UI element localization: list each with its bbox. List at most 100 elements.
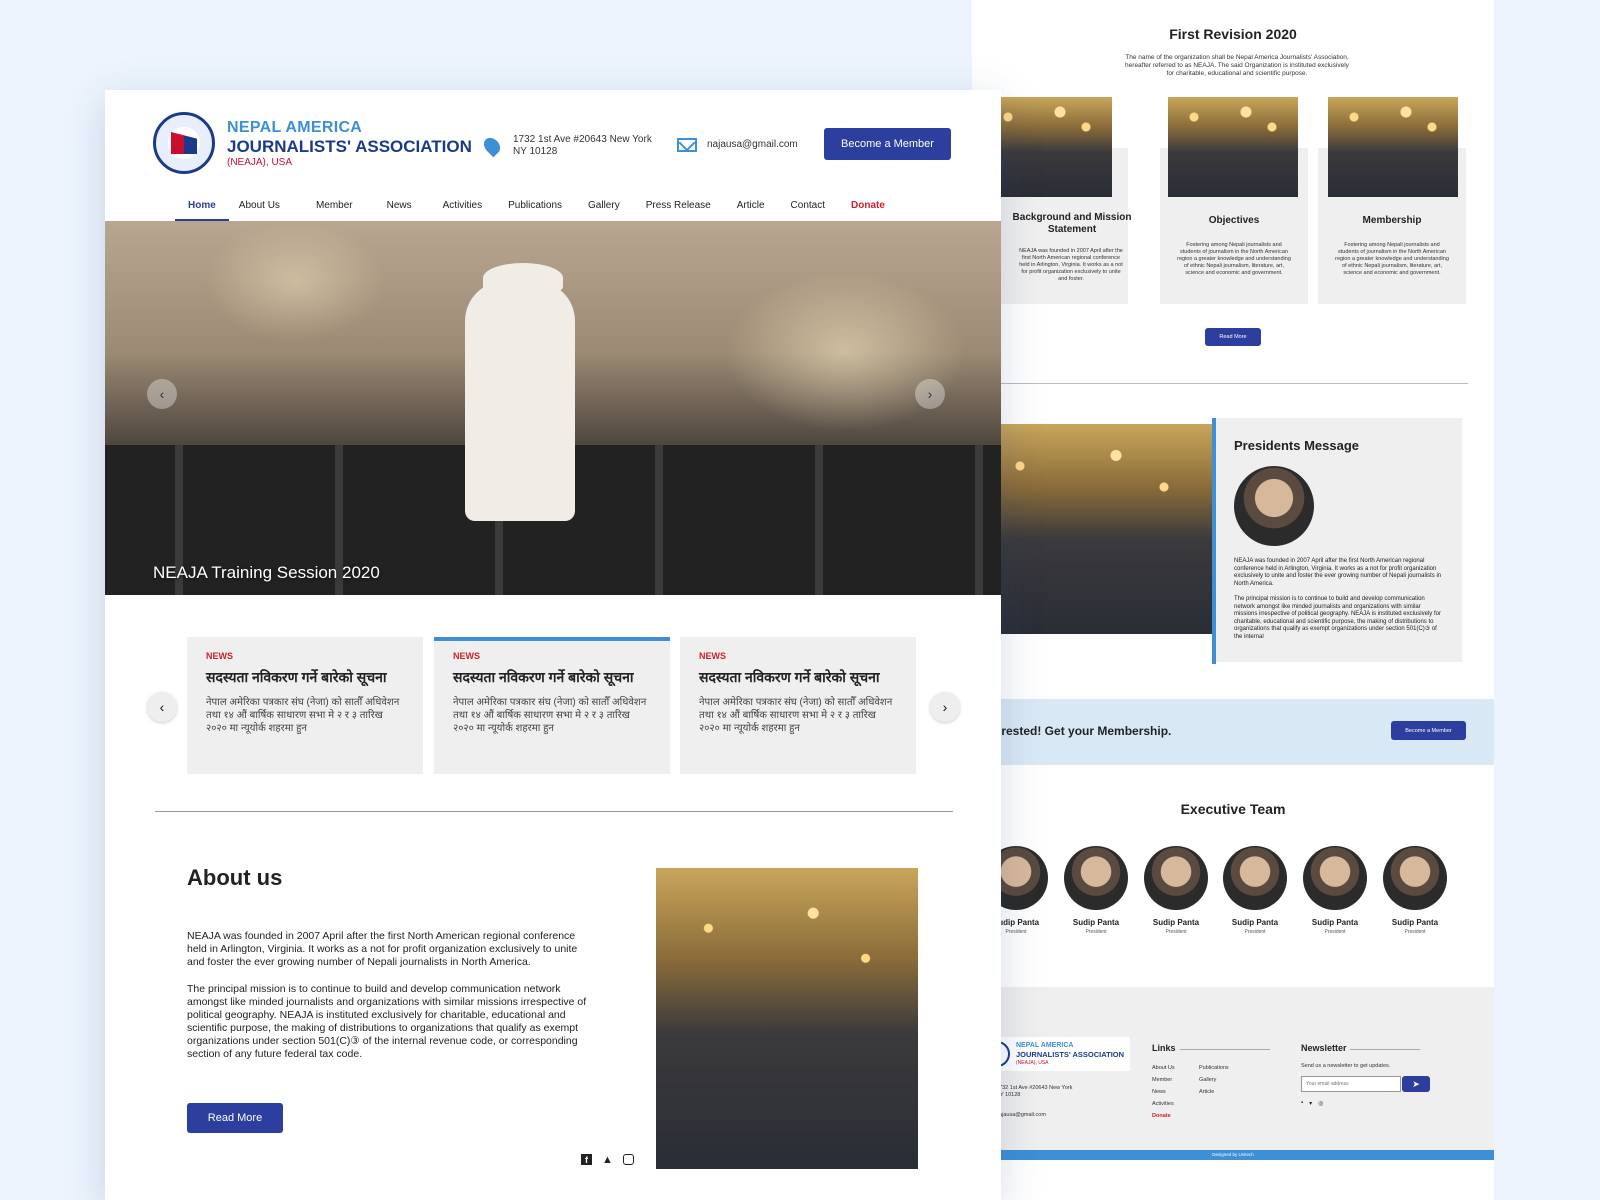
header-address: 1732 1st Ave #20643 New York NY 10128 xyxy=(480,134,652,158)
send-icon: ➤ xyxy=(1412,1078,1420,1089)
footer-link[interactable]: Gallery xyxy=(1199,1074,1229,1086)
team-member[interactable]: Sudip Panta President xyxy=(1375,846,1455,935)
newsletter-email-input[interactable] xyxy=(1301,1076,1401,1092)
footer-address-line2: NY 10128 xyxy=(996,1092,1021,1098)
news-title: सदस्यता नविकरण गर्ने बारेको सूचना xyxy=(453,669,634,685)
nav-news[interactable]: News xyxy=(377,199,430,221)
nav-gallery[interactable]: Gallery xyxy=(575,199,633,221)
member-avatar xyxy=(1303,846,1367,910)
links-heading-rule xyxy=(1180,1049,1270,1050)
feature-text: Fostering among Nepali journalists and s… xyxy=(1335,242,1449,276)
footer-link[interactable]: Article xyxy=(1199,1086,1229,1098)
chevron-left-icon: ‹ xyxy=(159,386,165,402)
divider xyxy=(155,811,953,812)
hero-slider: NEAJA Training Session 2020 ‹ › xyxy=(105,221,1001,595)
member-role: President xyxy=(1165,929,1187,935)
member-name: Sudip Panta xyxy=(1311,918,1359,927)
team-member[interactable]: Sudip Panta President xyxy=(1056,846,1136,935)
news-body: नेपाल अमेरिका पत्रकार संघ (नेजा) को सातौ… xyxy=(206,697,400,734)
site-logo[interactable]: NEPAL AMERICA JOURNALISTS' ASSOCIATION (… xyxy=(153,112,472,174)
instagram-icon[interactable]: ◎ xyxy=(1318,1100,1323,1107)
footer: NEPAL AMERICA JOURNALISTS' ASSOCIATION (… xyxy=(972,987,1494,1157)
facebook-icon[interactable]: ▪ xyxy=(1301,1100,1303,1107)
team-member[interactable]: Sudip Panta President xyxy=(1295,846,1375,935)
footer-logo-line1: NEPAL AMERICA xyxy=(1016,1041,1074,1049)
logo-text: NEPAL AMERICA JOURNALISTS' ASSOCIATION (… xyxy=(227,119,472,168)
divider xyxy=(972,383,1468,384)
nav-publications[interactable]: Publications xyxy=(495,199,575,221)
footer-logo[interactable]: NEPAL AMERICA JOURNALISTS' ASSOCIATION (… xyxy=(980,1037,1130,1071)
nav-article[interactable]: Article xyxy=(724,199,778,221)
become-member-button[interactable]: Become a Member xyxy=(824,128,951,160)
news-prev-button[interactable]: ‹ xyxy=(147,692,177,722)
footer-link[interactable]: News xyxy=(1152,1086,1175,1098)
hero-image-speaker xyxy=(465,281,575,521)
member-role: President xyxy=(1244,929,1266,935)
news-tag: NEWS xyxy=(206,651,233,661)
links-col-1: About Us Member News Activities Donate xyxy=(1152,1062,1175,1122)
member-name: Sudip Panta xyxy=(1152,918,1200,927)
header-email[interactable]: najausa@gmail.com xyxy=(677,138,798,152)
hero-image-hat xyxy=(483,263,563,293)
member-name: Sudip Panta xyxy=(1072,918,1120,927)
member-avatar xyxy=(1223,846,1287,910)
revision-title: First Revision 2020 xyxy=(1169,26,1297,42)
nepal-us-flag-icon xyxy=(171,132,197,154)
nav-press-release[interactable]: Press Release xyxy=(633,199,724,221)
team-member[interactable]: Sudip Panta President xyxy=(1136,846,1216,935)
facebook-icon[interactable]: f xyxy=(581,1154,592,1165)
nav-member[interactable]: Member xyxy=(302,199,377,221)
instagram-icon[interactable] xyxy=(622,1154,634,1165)
news-card[interactable]: NEWS सदस्यता नविकरण गर्ने बारेको सूचना न… xyxy=(680,637,916,774)
footer-logo-text: NEPAL AMERICA JOURNALISTS' ASSOCIATION (… xyxy=(1016,1041,1124,1068)
read-more-button[interactable]: Read More xyxy=(1205,328,1261,346)
footer-logo-line3: (NEAJA), USA xyxy=(1016,1059,1049,1066)
presidents-message-p1: NEAJA was founded in 2007 April after th… xyxy=(1234,558,1442,587)
mail-icon xyxy=(677,138,697,152)
presidents-message-heading: Presidents Message xyxy=(1234,438,1360,453)
links-heading: Links xyxy=(1152,1043,1176,1053)
member-name: Sudip Panta xyxy=(1391,918,1439,927)
presidents-message-p2: The principal mission is to continue to … xyxy=(1234,596,1441,640)
twitter-icon[interactable]: ▾ xyxy=(1309,1100,1312,1107)
news-body: नेपाल अमेरिका पत्रकार संघ (नेजा) को सातौ… xyxy=(453,697,647,734)
footer-link[interactable]: About Us xyxy=(1152,1062,1175,1074)
footer-email[interactable]: najausa@gmail.com xyxy=(996,1112,1046,1118)
become-member-button[interactable]: Become a Member xyxy=(1391,721,1466,740)
president-avatar xyxy=(1234,466,1314,546)
read-more-button[interactable]: Read More xyxy=(187,1103,283,1133)
about-image xyxy=(656,868,918,1169)
footer-link[interactable]: Publications xyxy=(1199,1062,1229,1074)
newsletter-send-button[interactable]: ➤ xyxy=(1402,1076,1430,1092)
newsletter-heading-rule xyxy=(1350,1049,1420,1050)
nav-home[interactable]: Home xyxy=(175,199,229,221)
news-title: सदस्यता नविकरण गर्ने बारेको सूचना xyxy=(206,669,387,685)
twitter-icon[interactable]: ▲ xyxy=(602,1154,613,1166)
news-next-button[interactable]: › xyxy=(930,692,960,722)
member-role: President xyxy=(1324,929,1346,935)
main-nav: Home About Us Member News Activities Pub… xyxy=(175,199,898,221)
team-member[interactable]: Sudip Panta President xyxy=(1215,846,1295,935)
nav-donate[interactable]: Donate xyxy=(838,199,898,221)
social-links: f ▲ xyxy=(581,1154,634,1166)
hero-next-button[interactable]: › xyxy=(915,379,945,409)
chevron-left-icon: ‹ xyxy=(159,699,165,715)
secondary-page: First Revision 2020 The name of the orga… xyxy=(972,0,1494,1200)
footer-link[interactable]: Activities xyxy=(1152,1098,1175,1110)
news-card-active[interactable]: NEWS सदस्यता नविकरण गर्ने बारेको सूचना न… xyxy=(434,637,670,774)
about-heading: About us xyxy=(187,865,283,890)
hero-caption: NEAJA Training Session 2020 xyxy=(153,563,380,582)
feature-title: Membership xyxy=(1362,215,1422,226)
footer-link-donate[interactable]: Donate xyxy=(1152,1110,1175,1122)
hero-prev-button[interactable]: ‹ xyxy=(147,379,177,409)
nav-about-us[interactable]: About Us xyxy=(229,199,302,221)
chevron-right-icon: › xyxy=(927,386,933,402)
member-role: President xyxy=(1404,929,1426,935)
links-col-2: Publications Gallery Article xyxy=(1199,1062,1229,1098)
nav-contact[interactable]: Contact xyxy=(778,199,838,221)
about-paragraph-2: The principal mission is to continue to … xyxy=(187,983,587,1060)
footer-link[interactable]: Member xyxy=(1152,1074,1175,1086)
news-card[interactable]: NEWS सदस्यता नविकरण गर्ने बारेको सूचना न… xyxy=(187,637,423,774)
nav-activities[interactable]: Activities xyxy=(430,199,495,221)
news-title: सदस्यता नविकरण गर्ने बारेको सूचना xyxy=(699,669,880,685)
